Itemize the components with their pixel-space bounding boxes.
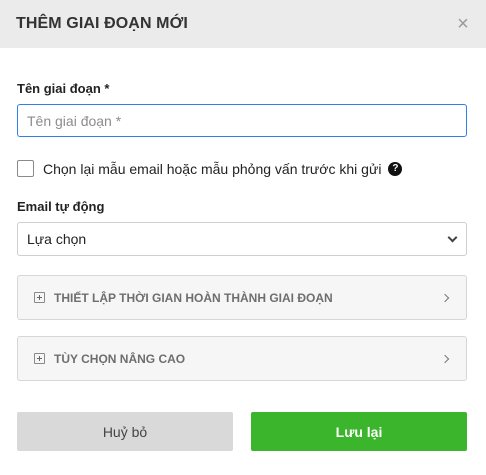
completion-time-section[interactable]: THIẾT LẬP THỜI GIAN HOÀN THÀNH GIAI ĐOẠN [17,275,467,320]
advanced-options-section-label: TÙY CHỌN NÂNG CAO [54,351,186,366]
help-icon[interactable]: ? [388,161,403,176]
completion-time-section-label: THIẾT LẬP THỜI GIAN HOÀN THÀNH GIAI ĐOẠN [54,290,333,305]
plus-square-icon [34,292,45,303]
auto-email-label: Email tự động [17,199,105,214]
reselect-templates-label: Chọn lại mẫu email hoặc mẫu phỏng vấn tr… [43,160,382,177]
modal-title: THÊM GIAI ĐOẠN MỚI [16,15,188,32]
reselect-templates-row: Chọn lại mẫu email hoặc mẫu phỏng vấn tr… [17,160,403,177]
chevron-right-icon [440,354,450,363]
stage-name-input[interactable] [17,104,467,137]
close-icon[interactable]: × [454,14,472,34]
plus-square-icon [34,353,45,364]
advanced-options-section[interactable]: TÙY CHỌN NÂNG CAO [17,336,467,381]
modal-header: THÊM GIAI ĐOẠN MỚI × [0,0,486,48]
chevron-down-icon [447,232,458,242]
reselect-templates-checkbox[interactable] [17,160,34,177]
auto-email-selected-value: Lựa chọn [27,231,87,247]
save-button[interactable]: Lưu lại [251,412,467,451]
stage-name-label: Tên giai đoạn * [17,81,110,96]
auto-email-select[interactable]: Lựa chọn [17,222,467,256]
cancel-button[interactable]: Huỷ bỏ [17,412,233,451]
chevron-right-icon [440,293,450,302]
